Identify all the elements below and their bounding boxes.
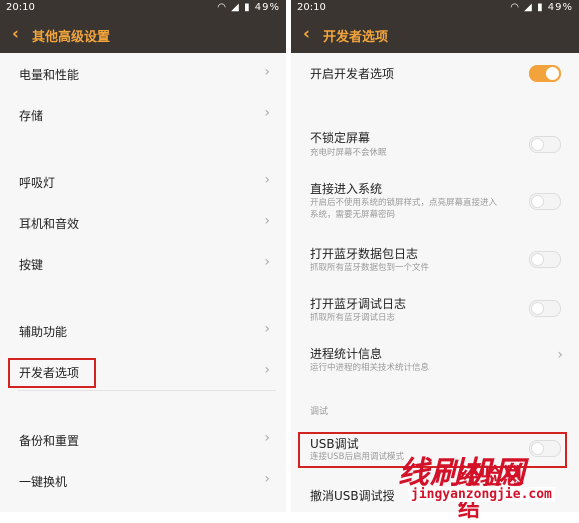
battery-icon: ▮ xyxy=(537,2,544,13)
menu-item-storage[interactable]: 存储 › xyxy=(0,103,286,129)
menu-item-accessibility[interactable]: 辅助功能 › xyxy=(0,319,286,345)
setting-process-stats[interactable]: 进程统计信息 运行中进程的相关技术统计信息 › xyxy=(291,343,579,377)
setting-label: 不锁定屏幕 xyxy=(310,131,371,145)
menu-item-label: 电量和性能 xyxy=(19,68,80,82)
bt-hci-log-toggle[interactable] xyxy=(529,251,561,268)
setting-direct-boot[interactable]: 直接进入系统 开启后不使用系统的锁屏样式，点亮屏幕直接进入 系统，需要无屏幕密码 xyxy=(291,179,579,225)
battery-icon: ▮ xyxy=(244,2,251,13)
chevron-right-icon: › xyxy=(264,362,270,378)
bt-debug-log-toggle[interactable] xyxy=(529,300,561,317)
header: ‹ 其他高级设置 xyxy=(0,17,286,53)
menu-item-headphones-audio[interactable]: 耳机和音效 › xyxy=(0,211,286,237)
setting-label: 打开蓝牙数据包日志 xyxy=(310,247,419,261)
menu-item-backup-reset[interactable]: 备份和重置 › xyxy=(0,428,286,454)
setting-description-line2: 系统，需要无屏幕密码 xyxy=(310,210,396,220)
back-arrow-icon[interactable]: ‹ xyxy=(303,24,310,44)
menu-item-buttons[interactable]: 按键 › xyxy=(0,252,286,278)
setting-description: 抓取所有蓝牙调试日志 xyxy=(310,313,396,323)
chevron-right-icon: › xyxy=(264,64,270,80)
setting-label: 直接进入系统 xyxy=(310,182,383,196)
status-time: 20:10 xyxy=(6,2,35,13)
wifi-icon: ◠ xyxy=(217,2,227,13)
battery-level: 49% xyxy=(547,2,573,13)
menu-item-battery-performance[interactable]: 电量和性能 › xyxy=(0,62,286,88)
status-bar: 20:10 ◠ ◢ ▮ 49% xyxy=(0,0,286,17)
page-title: 其他高级设置 xyxy=(32,30,111,45)
setting-label: 进程统计信息 xyxy=(310,347,383,361)
setting-description: 充电时屏幕不会休眠 xyxy=(310,148,387,158)
setting-label: 开启开发者选项 xyxy=(310,67,395,81)
menu-item-label: 按键 xyxy=(19,258,44,272)
signal-icon: ◢ xyxy=(231,2,240,13)
setting-stay-awake[interactable]: 不锁定屏幕 充电时屏幕不会休眠 xyxy=(291,127,579,161)
menu-item-label: 辅助功能 xyxy=(19,325,68,339)
menu-item-label: 呼吸灯 xyxy=(19,176,56,190)
chevron-right-icon: › xyxy=(264,105,270,121)
stay-awake-toggle[interactable] xyxy=(529,136,561,153)
menu-item-label: 一键换机 xyxy=(19,475,68,489)
setting-label: 撤消USB调试授 xyxy=(310,489,395,503)
chevron-right-icon: › xyxy=(557,347,563,363)
setting-enable-developer-options[interactable]: 开启开发者选项 xyxy=(291,60,579,88)
chevron-right-icon: › xyxy=(264,321,270,337)
menu-item-one-click-transfer[interactable]: 一键换机 › xyxy=(0,469,286,495)
left-screen: 20:10 ◠ ◢ ▮ 49% ‹ 其他高级设置 电量和性能 › 存储 › 呼吸… xyxy=(0,0,286,512)
chevron-right-icon: › xyxy=(264,254,270,270)
watermark-url: jingyanzongjie.com xyxy=(408,487,555,502)
direct-boot-toggle[interactable] xyxy=(529,193,561,210)
back-arrow-icon[interactable]: ‹ xyxy=(12,24,19,44)
setting-description: 抓取所有蓝牙数据包到一个文件 xyxy=(310,263,430,273)
signal-icon: ◢ xyxy=(524,2,533,13)
divider xyxy=(18,390,276,391)
chevron-right-icon: › xyxy=(264,471,270,487)
status-time: 20:10 xyxy=(297,2,326,13)
setting-bt-hci-log[interactable]: 打开蓝牙数据包日志 抓取所有蓝牙数据包到一个文件 xyxy=(291,243,579,277)
setting-description: 运行中进程的相关技术统计信息 xyxy=(310,363,430,373)
section-header-debugging: 调试 xyxy=(310,407,329,417)
highlight-box xyxy=(8,358,96,388)
menu-item-label: 备份和重置 xyxy=(19,434,80,448)
chevron-right-icon: › xyxy=(264,430,270,446)
setting-label: 打开蓝牙调试日志 xyxy=(310,297,407,311)
watermark: 线刷机网 经验总结 jingyanzongjie.com xyxy=(398,455,555,522)
chevron-right-icon: › xyxy=(264,172,270,188)
menu-item-label: 存储 xyxy=(19,109,44,123)
header: ‹ 开发者选项 xyxy=(291,17,579,53)
status-bar: 20:10 ◠ ◢ ▮ 49% xyxy=(291,0,579,17)
menu-item-label: 耳机和音效 xyxy=(19,217,80,231)
chevron-right-icon: › xyxy=(264,213,270,229)
wifi-icon: ◠ xyxy=(510,2,520,13)
menu-item-breathing-light[interactable]: 呼吸灯 › xyxy=(0,170,286,196)
battery-level: 49% xyxy=(254,2,280,13)
setting-bt-debug-log[interactable]: 打开蓝牙调试日志 抓取所有蓝牙调试日志 xyxy=(291,293,579,327)
right-screen: 20:10 ◠ ◢ ▮ 49% ‹ 开发者选项 开启开发者选项 不锁定屏幕 充电… xyxy=(291,0,579,512)
page-title: 开发者选项 xyxy=(323,30,389,45)
developer-options-toggle[interactable] xyxy=(529,65,561,82)
